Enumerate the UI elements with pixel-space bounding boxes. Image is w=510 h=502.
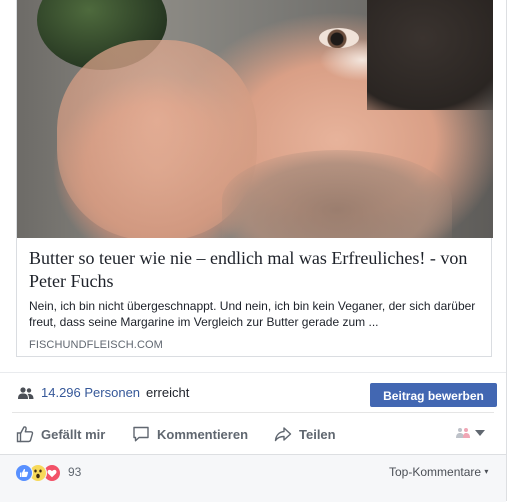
facebook-post: Butter so teuer wie nie – endlich mal wa… [0, 0, 507, 502]
people-icon [18, 387, 34, 399]
caret-down-icon: ▾ [484, 467, 489, 476]
comment-sort-dropdown[interactable]: Top-Kommentare ▾ [389, 465, 488, 479]
link-preview-description: Nein, ich bin nicht übergeschnappt. Und … [29, 299, 476, 329]
action-bar: Gefällt mir Kommentieren Teilen [12, 412, 494, 455]
comment-icon [133, 426, 149, 442]
like-button[interactable]: Gefällt mir [16, 423, 105, 445]
chevron-down-icon [475, 429, 485, 436]
eye-shape [319, 28, 359, 48]
reach-count[interactable]: 14.296 Personen [41, 385, 140, 400]
reaction-count[interactable]: 93 [68, 465, 81, 479]
hair-shape [367, 0, 493, 110]
audience-selector[interactable] [455, 427, 485, 438]
reactions-footer: 93 Top-Kommentare ▾ [0, 454, 506, 502]
friends-icon [456, 428, 470, 438]
share-icon [274, 427, 292, 442]
share-button[interactable]: Teilen [274, 423, 336, 445]
comment-label: Kommentieren [157, 426, 249, 442]
thumbs-up-icon [16, 426, 34, 443]
comment-button[interactable]: Kommentieren [132, 423, 248, 445]
reach-row: 14.296 Personen erreicht Beitrag bewerbe… [0, 372, 506, 413]
reach-label: erreicht [146, 385, 190, 400]
like-reaction-icon[interactable] [15, 464, 33, 482]
like-label: Gefällt mir [41, 426, 106, 442]
comment-sort-label: Top-Kommentare [389, 465, 482, 479]
link-preview-card[interactable]: Butter so teuer wie nie – endlich mal wa… [16, 0, 493, 357]
link-preview-domain: FISCHUNDFLEISCH.COM [29, 339, 163, 351]
link-preview-title[interactable]: Butter so teuer wie nie – endlich mal wa… [29, 247, 485, 293]
link-preview-image[interactable] [17, 0, 493, 238]
promote-post-button[interactable]: Beitrag bewerben [370, 383, 497, 407]
beard-shape [222, 150, 452, 238]
share-label: Teilen [299, 426, 336, 442]
